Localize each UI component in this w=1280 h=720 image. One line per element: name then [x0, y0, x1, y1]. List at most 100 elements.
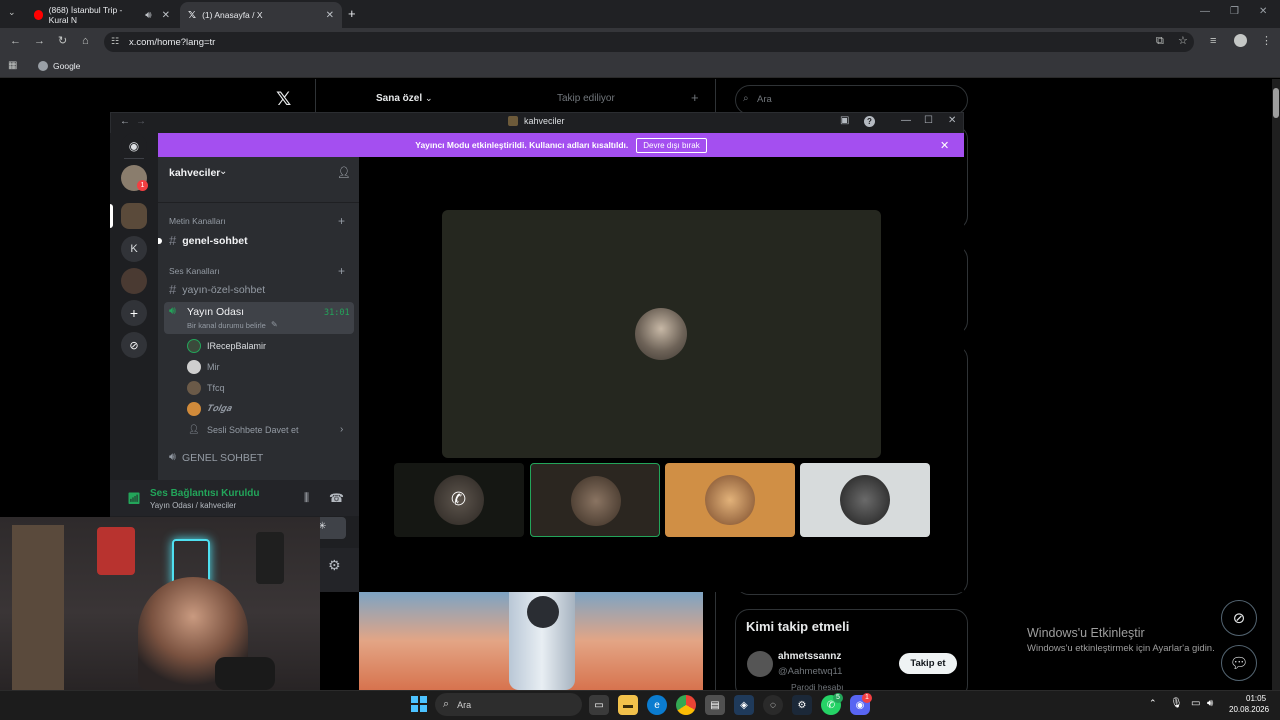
install-app-icon[interactable]: ⧉	[1156, 36, 1164, 47]
task-view-icon[interactable]: ▭	[589, 695, 609, 715]
suggestion-name[interactable]: ahmetssannz	[778, 651, 841, 662]
add-text-channel-icon[interactable]: +	[338, 214, 345, 228]
apps-grid-icon[interactable]: ▦	[8, 61, 17, 71]
close-tab-icon[interactable]: ✕	[326, 10, 334, 21]
media-control-icon[interactable]: ≡	[1210, 36, 1216, 47]
tab-list-chevron-icon[interactable]: ⌄	[8, 8, 16, 17]
maximize-icon[interactable]: ☐	[924, 115, 933, 126]
selected-server-indicator	[110, 204, 113, 228]
store-icon[interactable]: ▤	[705, 695, 725, 715]
speaker-icon[interactable]: 🔊︎	[145, 10, 151, 21]
new-tab-button[interactable]: +	[348, 6, 356, 21]
server-k[interactable]: K	[121, 236, 147, 262]
close-icon[interactable]: ✕	[948, 115, 956, 126]
site-info-icon[interactable]: ☷	[111, 37, 119, 46]
voice-category[interactable]: Ses Kanalları	[169, 266, 220, 276]
activation-watermark-subtitle: Windows'u etkinleştirmek için Ayarlar'a …	[1027, 643, 1215, 654]
bookmark-star-icon[interactable]: ☆	[1178, 36, 1188, 47]
invite-to-voice[interactable]: 👤︎ Sesli Sohbete Davet et	[187, 424, 298, 435]
close-window-icon[interactable]: ✕	[1259, 6, 1267, 17]
tab-for-you[interactable]: Sana özel	[376, 93, 422, 104]
channel-genel-sohbet[interactable]: # genel-sohbet	[169, 233, 248, 248]
avatar[interactable]	[747, 651, 773, 677]
edge-icon[interactable]: e	[647, 695, 667, 715]
participant-tile[interactable]	[665, 463, 795, 537]
disable-streamer-mode-button[interactable]: Devre dışı bırak	[636, 137, 707, 153]
profile-avatar[interactable]	[1234, 34, 1247, 47]
server-kahveciler[interactable]	[121, 203, 147, 229]
add-server-icon[interactable]: +	[121, 300, 147, 326]
tab-youtube[interactable]: (868) İstanbul Trip - Kural N 🔊︎ ✕	[26, 2, 178, 28]
voice-user[interactable]: Mir	[187, 360, 220, 374]
x-logo-icon[interactable]: 𝕏	[276, 88, 291, 111]
url-text[interactable]: x.com/home?lang=tr	[129, 37, 215, 48]
x-search-placeholder[interactable]: Ara	[757, 94, 772, 105]
forward-icon[interactable]: →	[34, 36, 45, 47]
steam-icon[interactable]: ⚙	[792, 695, 812, 715]
inbox-icon[interactable]: ▣	[840, 115, 849, 126]
grok-icon[interactable]: ⊘	[1221, 600, 1257, 636]
connection-status[interactable]: Ses Bağlantısı Kuruldu	[150, 488, 259, 499]
close-tab-icon[interactable]: ✕	[162, 10, 170, 21]
app-icon[interactable]: ◌	[763, 695, 783, 715]
text-category[interactable]: Metin Kanalları	[169, 216, 226, 226]
tab-x[interactable]: 𝕏 (1) Anasayfa / X ✕	[180, 2, 342, 28]
clock-time[interactable]: 01:05	[1246, 694, 1266, 703]
file-explorer-icon[interactable]: ▬	[618, 695, 638, 715]
home-icon[interactable]: ⌂	[82, 36, 89, 47]
participant-tile-speaking[interactable]	[530, 463, 660, 537]
taskbar-search[interactable]: ⌕ Ara	[435, 693, 582, 716]
edit-pencil-icon[interactable]: ✎	[271, 320, 278, 329]
help-icon[interactable]: ?	[864, 116, 875, 127]
participant-tile[interactable]	[800, 463, 930, 537]
noise-suppression-icon[interactable]: ⫼	[304, 492, 309, 505]
channel-yayin-ozel-sohbet[interactable]: # yayın-özel-sohbet	[169, 282, 265, 297]
chevron-right-icon[interactable]: ›	[340, 424, 343, 435]
forward-arrow-icon[interactable]: →	[136, 116, 146, 127]
signal-icon[interactable]: 📶︎	[127, 492, 141, 505]
start-windows-icon[interactable]	[411, 696, 427, 712]
server-avatar[interactable]	[121, 268, 147, 294]
clock-date[interactable]: 20.08.2026	[1229, 705, 1269, 714]
back-arrow-icon[interactable]: ←	[120, 116, 130, 127]
add-list-icon[interactable]: +	[691, 90, 699, 105]
voice-status[interactable]: Bir kanal durumu belirle	[187, 321, 266, 330]
scrollbar-thumb[interactable]	[1273, 88, 1279, 118]
app-icon[interactable]: ◈	[734, 695, 754, 715]
volume-icon[interactable]: 🔊︎	[1207, 698, 1213, 709]
page-scrollbar[interactable]	[1272, 79, 1280, 690]
door	[12, 525, 64, 690]
discover-compass-icon[interactable]: ⊘	[121, 332, 147, 358]
tab-following[interactable]: Takip ediliyor	[557, 93, 615, 104]
promoted-image[interactable]	[359, 592, 703, 690]
address-bar[interactable]	[104, 32, 1194, 52]
voice-user[interactable]: Tfcq	[187, 381, 225, 395]
reload-icon[interactable]: ↻	[58, 36, 67, 47]
settings-gear-icon[interactable]: ⚙	[328, 557, 341, 574]
network-icon[interactable]: ▭	[1191, 698, 1200, 709]
microphone-icon[interactable]: 🎙︎	[1170, 698, 1183, 709]
add-voice-channel-icon[interactable]: +	[338, 264, 345, 278]
maximize-icon[interactable]: ❐	[1230, 6, 1239, 17]
server-menu-chevron-icon[interactable]: ⌄	[219, 166, 227, 177]
channel-genel-sohbet-voice[interactable]: 🔊︎ GENEL SOHBET	[169, 451, 263, 464]
minimize-icon[interactable]: —	[1200, 6, 1210, 17]
bookmark-google[interactable]: Google	[53, 61, 80, 71]
close-banner-icon[interactable]: ✕	[940, 139, 949, 152]
discord-home-icon[interactable]: ◉	[121, 133, 147, 159]
menu-kebab-icon[interactable]: ⋮	[1261, 36, 1272, 47]
voice-user[interactable]: 𝑻𝒐𝒍𝒈𝒂	[187, 402, 231, 416]
messages-icon[interactable]: 💬︎	[1221, 645, 1257, 681]
chrome-icon[interactable]	[676, 695, 696, 715]
disconnect-icon[interactable]: ☎	[329, 491, 344, 505]
follow-button[interactable]: Takip et	[899, 653, 957, 674]
server-name[interactable]: kahveciler	[169, 167, 220, 179]
back-icon[interactable]: ←	[10, 36, 21, 47]
minimize-icon[interactable]: —	[901, 115, 911, 126]
connection-detail[interactable]: Yayın Odası / kahveciler	[150, 501, 236, 510]
tray-chevron-icon[interactable]: ⌃	[1149, 698, 1157, 709]
invite-people-icon[interactable]: 👤︎	[337, 166, 351, 179]
chevron-down-icon[interactable]: ⌄	[425, 93, 433, 104]
voice-user[interactable]: IRecepBalamir	[187, 339, 266, 353]
participant-tile[interactable]: ✆	[394, 463, 524, 537]
